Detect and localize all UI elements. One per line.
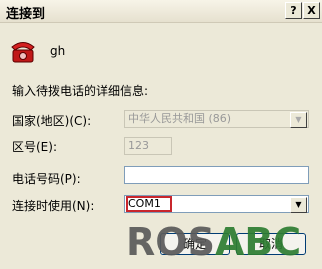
telephone-icon bbox=[11, 42, 35, 63]
chevron-down-icon[interactable]: ▼ bbox=[290, 197, 307, 213]
area-code-field: 123 bbox=[124, 137, 172, 155]
selection-highlight bbox=[126, 196, 172, 212]
connect-to-dialog: 连接到 ? X gh 输入待拨电话的详细信息: 国家(地区)(C): 中华人民共… bbox=[0, 0, 322, 269]
instruction-text: 输入待拨电话的详细信息: bbox=[12, 84, 149, 98]
country-label: 国家(地区)(C): bbox=[12, 114, 92, 128]
area-code-value: 123 bbox=[128, 139, 149, 152]
help-button[interactable]: ? bbox=[285, 2, 302, 19]
window-title: 连接到 bbox=[6, 7, 46, 22]
country-select: 中华人民共和国 (86) ▼ bbox=[124, 110, 309, 128]
connection-name: gh bbox=[50, 44, 66, 58]
area-code-label: 区号(E): bbox=[12, 140, 57, 154]
title-bar: 连接到 ? X bbox=[0, 0, 322, 23]
connect-using-label: 连接时使用(N): bbox=[12, 199, 95, 213]
phone-number-label: 电话号码(P): bbox=[12, 172, 81, 186]
connect-using-select[interactable]: COM1 ▼ bbox=[124, 195, 309, 213]
phone-number-input[interactable] bbox=[124, 166, 309, 184]
watermark-part1: ROS bbox=[126, 220, 215, 264]
close-button[interactable]: X bbox=[303, 2, 320, 19]
watermark-part2: ABC bbox=[214, 220, 302, 264]
watermark-logo: ROSABC bbox=[126, 222, 301, 262]
chevron-down-icon: ▼ bbox=[290, 112, 307, 128]
country-value: 中华人民共和国 (86) bbox=[128, 112, 232, 125]
